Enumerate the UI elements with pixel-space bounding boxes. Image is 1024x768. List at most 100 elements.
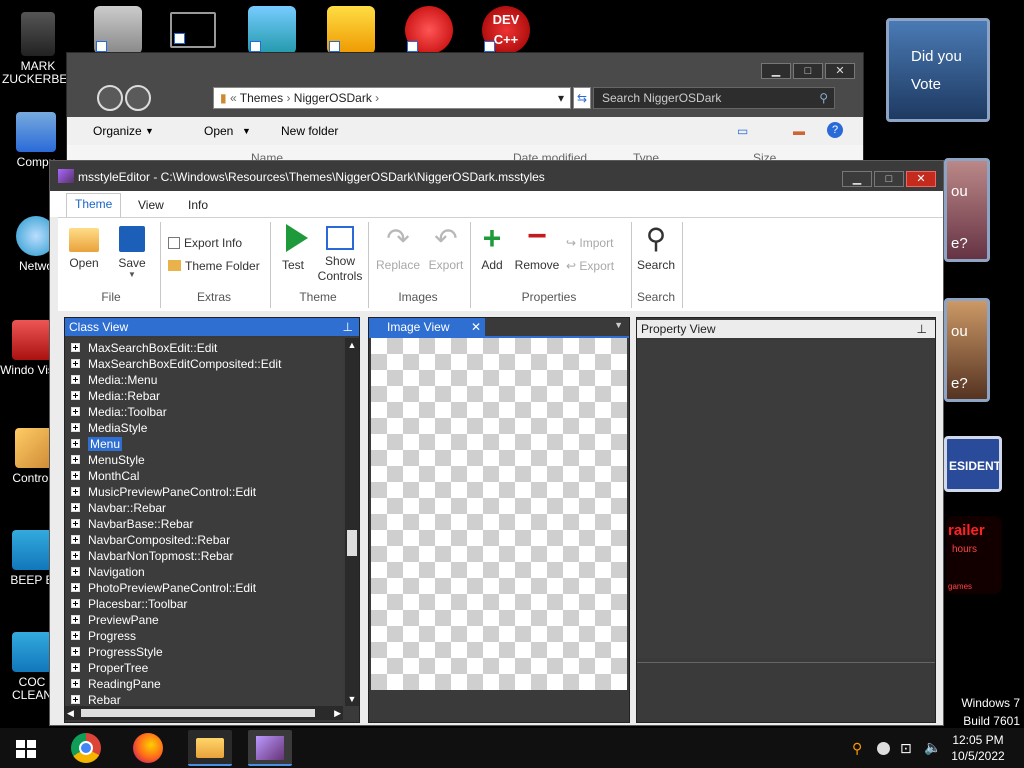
tray-volume-icon[interactable]: 🔈 bbox=[924, 739, 941, 756]
explorer-search-input[interactable]: Search NiggerOSDark ⚲ bbox=[593, 87, 835, 109]
open-button[interactable]: Open bbox=[204, 124, 233, 138]
tree-item[interactable]: ReadingPane bbox=[71, 676, 161, 692]
editor-minimize-button[interactable]: ▁ bbox=[842, 171, 872, 187]
add-button[interactable]: + Add bbox=[474, 218, 510, 272]
breadcrumb-themes[interactable]: Themes bbox=[240, 91, 283, 105]
open-button[interactable]: Open bbox=[58, 218, 110, 270]
tree-item[interactable]: Media::Toolbar bbox=[71, 404, 167, 420]
top-icon-bad-piggies[interactable] bbox=[327, 6, 375, 54]
top-icon-p-app[interactable] bbox=[405, 6, 453, 54]
pin-icon[interactable]: ⊥ bbox=[917, 320, 927, 338]
tree-item[interactable]: MonthCal bbox=[71, 468, 139, 484]
tray-network-icon[interactable]: ⊡ bbox=[900, 740, 912, 757]
taskbar-chrome[interactable] bbox=[64, 730, 108, 766]
image-preview-canvas[interactable] bbox=[371, 338, 627, 690]
expand-icon[interactable] bbox=[71, 535, 80, 544]
expand-icon[interactable] bbox=[71, 423, 80, 432]
scroll-right-arrow-icon[interactable]: ▶ bbox=[334, 706, 341, 720]
explorer-close-button[interactable]: ✕ bbox=[825, 63, 855, 79]
expand-icon[interactable] bbox=[71, 471, 80, 480]
expand-icon[interactable] bbox=[71, 503, 80, 512]
expand-icon[interactable] bbox=[71, 375, 80, 384]
address-bar[interactable]: ▮ « Themes › NiggerOSDark › ▾ bbox=[213, 87, 571, 109]
tree-item[interactable]: PhotoPreviewPaneControl::Edit bbox=[71, 580, 256, 596]
image-view-tab[interactable]: Image View ✕ bbox=[369, 318, 485, 336]
tree-item[interactable]: NavbarBase::Rebar bbox=[71, 516, 193, 532]
editor-maximize-button[interactable]: □ bbox=[874, 171, 904, 187]
scroll-down-arrow-icon[interactable]: ▼ bbox=[345, 692, 359, 706]
top-icon-documents[interactable] bbox=[94, 6, 142, 54]
tree-item[interactable]: PreviewPane bbox=[71, 612, 159, 628]
editor-close-button[interactable]: ✕ bbox=[906, 171, 936, 187]
tab-view[interactable]: View bbox=[130, 195, 172, 217]
tree-item[interactable]: Rebar bbox=[71, 692, 121, 706]
show-controls-button[interactable]: Show Controls bbox=[314, 218, 366, 284]
side-photo-gadget-1[interactable]: ou e? bbox=[944, 158, 990, 262]
tray-notification-icon[interactable] bbox=[877, 742, 890, 755]
close-icon[interactable]: ✕ bbox=[471, 318, 481, 336]
tree-item[interactable]: MaxSearchBoxEditComposited::Edit bbox=[71, 356, 281, 372]
help-icon[interactable]: ? bbox=[827, 122, 843, 138]
expand-icon[interactable] bbox=[71, 663, 80, 672]
tray-clock[interactable]: 12:05 PM 10/5/2022 bbox=[946, 732, 1010, 764]
top-icon-dev-cpp[interactable]: DEV C++ bbox=[482, 6, 530, 54]
desktop-icon-mark-zuckerberg[interactable]: MARK ZUCKERBERG bbox=[2, 12, 85, 86]
pin-icon[interactable]: ⊥ bbox=[343, 318, 353, 336]
export-info-button[interactable]: Export Info bbox=[168, 236, 242, 250]
taskbar-firefox[interactable] bbox=[126, 730, 170, 766]
tab-theme[interactable]: Theme bbox=[66, 193, 122, 217]
scroll-thumb[interactable] bbox=[347, 530, 357, 556]
forward-button[interactable] bbox=[125, 85, 151, 111]
scroll-left-arrow-icon[interactable]: ◀ bbox=[67, 706, 74, 720]
tree-item[interactable]: NavbarComposited::Rebar bbox=[71, 532, 230, 548]
refresh-button[interactable]: ⇆ bbox=[573, 87, 591, 109]
expand-icon[interactable] bbox=[71, 615, 80, 624]
tree-item[interactable]: MaxSearchBoxEdit::Edit bbox=[71, 340, 217, 356]
tree-item[interactable]: Progress bbox=[71, 628, 136, 644]
class-view-horizontal-scrollbar[interactable]: ◀ ▶ bbox=[65, 706, 343, 720]
explorer-window[interactable]: ▁ □ ✕ ▮ « Themes › NiggerOSDark › ▾ ⇆ Se… bbox=[66, 52, 864, 172]
top-icon-app-folder[interactable] bbox=[248, 6, 296, 54]
import-property-button[interactable]: ↪ Import bbox=[566, 236, 613, 250]
scroll-up-arrow-icon[interactable]: ▲ bbox=[345, 338, 359, 352]
expand-icon[interactable] bbox=[71, 487, 80, 496]
tree-item[interactable]: Media::Rebar bbox=[71, 388, 160, 404]
test-button[interactable]: Test bbox=[274, 218, 312, 272]
tree-item[interactable]: ProgressStyle bbox=[71, 644, 163, 660]
expand-icon[interactable] bbox=[71, 695, 80, 704]
breadcrumb-niggerosdark[interactable]: NiggerOSDark bbox=[294, 91, 372, 105]
expand-icon[interactable] bbox=[71, 551, 80, 560]
chevron-down-icon[interactable]: ▾ bbox=[558, 88, 564, 108]
expand-icon[interactable] bbox=[71, 647, 80, 656]
taskbar-msstyle-editor[interactable] bbox=[248, 730, 292, 766]
expand-icon[interactable] bbox=[71, 567, 80, 576]
tree-item-selected[interactable]: Menu bbox=[71, 436, 123, 452]
taskbar-file-explorer[interactable] bbox=[188, 730, 232, 766]
organize-button[interactable]: Organize bbox=[93, 124, 142, 138]
new-folder-button[interactable]: New folder bbox=[281, 124, 338, 138]
scroll-thumb[interactable] bbox=[81, 709, 315, 717]
expand-icon[interactable] bbox=[71, 407, 80, 416]
save-button[interactable]: Save ▼ bbox=[110, 218, 154, 279]
tree-item[interactable]: Placesbar::Toolbar bbox=[71, 596, 187, 612]
remove-button[interactable]: − Remove bbox=[512, 218, 562, 272]
expand-icon[interactable] bbox=[71, 391, 80, 400]
export-property-button[interactable]: ↩ Export bbox=[566, 259, 614, 273]
tree-item[interactable]: NavbarNonTopmost::Rebar bbox=[71, 548, 233, 564]
back-button[interactable] bbox=[97, 85, 123, 111]
expand-icon[interactable] bbox=[71, 359, 80, 368]
vote-photo-gadget[interactable]: Did you Vote bbox=[886, 18, 990, 122]
tree-item[interactable]: MediaStyle bbox=[71, 420, 147, 436]
top-icon-command-prompt[interactable] bbox=[170, 12, 216, 48]
trailer-gadget[interactable]: railer hours games bbox=[946, 516, 1002, 594]
msstyle-editor-window[interactable]: msstyleEditor - C:\Windows\Resources\The… bbox=[49, 160, 944, 726]
president-gadget[interactable]: ESIDENT bbox=[944, 436, 1002, 492]
theme-folder-button[interactable]: Theme Folder bbox=[168, 259, 260, 273]
property-grid[interactable] bbox=[637, 340, 935, 658]
expand-icon[interactable] bbox=[71, 455, 80, 464]
expand-icon[interactable] bbox=[71, 343, 80, 352]
tree-item[interactable]: MusicPreviewPaneControl::Edit bbox=[71, 484, 256, 500]
editor-title-bar[interactable]: msstyleEditor - C:\Windows\Resources\The… bbox=[50, 161, 943, 191]
tab-menu-chevron-icon[interactable]: ▼ bbox=[614, 320, 623, 330]
side-photo-gadget-2[interactable]: ou e? bbox=[944, 298, 990, 402]
